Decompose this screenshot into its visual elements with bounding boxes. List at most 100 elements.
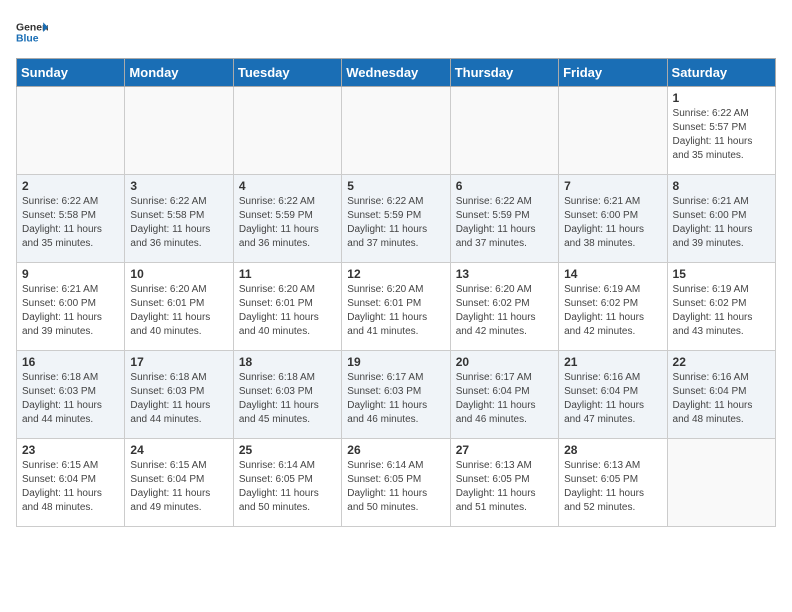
day-info: Sunrise: 6:22 AM Sunset: 5:59 PM Dayligh… [239, 195, 336, 251]
calendar-cell: 21 Sunrise: 6:16 AM Sunset: 6:04 PM Dayli… [559, 351, 667, 439]
day-info: Sunrise: 6:20 AM Sunset: 6:01 PM Dayligh… [130, 283, 227, 339]
day-number: 26 [347, 443, 444, 457]
day-number: 21 [564, 355, 661, 369]
col-header-monday: Monday [125, 59, 233, 87]
calendar-cell: 3 Sunrise: 6:22 AM Sunset: 5:58 PM Daylig… [125, 175, 233, 263]
calendar-cell: 26 Sunrise: 6:14 AM Sunset: 6:05 PM Dayli… [342, 439, 450, 527]
col-header-thursday: Thursday [450, 59, 558, 87]
calendar-cell: 28 Sunrise: 6:13 AM Sunset: 6:05 PM Dayli… [559, 439, 667, 527]
day-info: Sunrise: 6:21 AM Sunset: 6:00 PM Dayligh… [564, 195, 661, 251]
day-number: 24 [130, 443, 227, 457]
day-info: Sunrise: 6:22 AM Sunset: 5:59 PM Dayligh… [347, 195, 444, 251]
calendar-cell: 1 Sunrise: 6:22 AM Sunset: 5:57 PM Daylig… [667, 87, 775, 175]
calendar-cell [125, 87, 233, 175]
day-number: 19 [347, 355, 444, 369]
day-number: 4 [239, 179, 336, 193]
calendar-cell: 4 Sunrise: 6:22 AM Sunset: 5:59 PM Daylig… [233, 175, 341, 263]
day-number: 11 [239, 267, 336, 281]
day-number: 7 [564, 179, 661, 193]
col-header-sunday: Sunday [17, 59, 125, 87]
day-info: Sunrise: 6:13 AM Sunset: 6:05 PM Dayligh… [456, 459, 553, 515]
calendar-cell: 14Sunrise: 6:19 AM Sunset: 6:02 PM Dayli… [559, 263, 667, 351]
day-number: 22 [673, 355, 770, 369]
logo-icon: General Blue [16, 16, 48, 48]
day-info: Sunrise: 6:13 AM Sunset: 6:05 PM Dayligh… [564, 459, 661, 515]
day-number: 8 [673, 179, 770, 193]
col-header-wednesday: Wednesday [342, 59, 450, 87]
day-number: 17 [130, 355, 227, 369]
calendar-cell: 20 Sunrise: 6:17 AM Sunset: 6:04 PM Dayli… [450, 351, 558, 439]
day-info: Sunrise: 6:22 AM Sunset: 5:58 PM Dayligh… [22, 195, 119, 251]
day-info: Sunrise: 6:20 AM Sunset: 6:01 PM Dayligh… [347, 283, 444, 339]
calendar-cell: 9 Sunrise: 6:21 AM Sunset: 6:00 PM Daylig… [17, 263, 125, 351]
day-number: 13 [456, 267, 553, 281]
calendar-cell: 27 Sunrise: 6:13 AM Sunset: 6:05 PM Dayli… [450, 439, 558, 527]
calendar-cell [450, 87, 558, 175]
day-info: Sunrise: 6:21 AM Sunset: 6:00 PM Dayligh… [22, 283, 119, 339]
day-info: Sunrise: 6:20 AM Sunset: 6:02 PM Dayligh… [456, 283, 553, 339]
calendar-cell: 10 Sunrise: 6:20 AM Sunset: 6:01 PM Dayli… [125, 263, 233, 351]
day-info: Sunrise: 6:21 AM Sunset: 6:00 PM Dayligh… [673, 195, 770, 251]
calendar-cell [559, 87, 667, 175]
day-info: Sunrise: 6:22 AM Sunset: 5:59 PM Dayligh… [456, 195, 553, 251]
day-number: 20 [456, 355, 553, 369]
day-info: Sunrise: 6:17 AM Sunset: 6:04 PM Dayligh… [456, 371, 553, 427]
calendar-cell: 5 Sunrise: 6:22 AM Sunset: 5:59 PM Daylig… [342, 175, 450, 263]
day-number: 16 [22, 355, 119, 369]
day-info: Sunrise: 6:18 AM Sunset: 6:03 PM Dayligh… [239, 371, 336, 427]
week-row-2: 2 Sunrise: 6:22 AM Sunset: 5:58 PM Daylig… [17, 175, 776, 263]
calendar-cell: 17 Sunrise: 6:18 AM Sunset: 6:03 PM Dayli… [125, 351, 233, 439]
calendar-cell: 11 Sunrise: 6:20 AM Sunset: 6:01 PM Dayli… [233, 263, 341, 351]
day-info: Sunrise: 6:18 AM Sunset: 6:03 PM Dayligh… [130, 371, 227, 427]
calendar-cell: 16 Sunrise: 6:18 AM Sunset: 6:03 PM Dayli… [17, 351, 125, 439]
calendar-cell [342, 87, 450, 175]
calendar-cell: 8 Sunrise: 6:21 AM Sunset: 6:00 PM Daylig… [667, 175, 775, 263]
svg-text:Blue: Blue [16, 34, 39, 45]
day-number: 3 [130, 179, 227, 193]
day-info: Sunrise: 6:22 AM Sunset: 5:57 PM Dayligh… [673, 107, 770, 163]
day-number: 15 [673, 267, 770, 281]
day-number: 28 [564, 443, 661, 457]
day-number: 5 [347, 179, 444, 193]
calendar-cell [17, 87, 125, 175]
day-number: 6 [456, 179, 553, 193]
calendar-cell: 13 Sunrise: 6:20 AM Sunset: 6:02 PM Dayli… [450, 263, 558, 351]
day-info: Sunrise: 6:18 AM Sunset: 6:03 PM Dayligh… [22, 371, 119, 427]
calendar-cell: 24Sunrise: 6:15 AM Sunset: 6:04 PM Dayli… [125, 439, 233, 527]
calendar-cell: 19 Sunrise: 6:17 AM Sunset: 6:03 PM Dayli… [342, 351, 450, 439]
calendar-cell: 22 Sunrise: 6:16 AM Sunset: 6:04 PM Dayli… [667, 351, 775, 439]
day-number: 12 [347, 267, 444, 281]
calendar-cell: 15 Sunrise: 6:19 AM Sunset: 6:02 PM Dayli… [667, 263, 775, 351]
week-row-3: 9 Sunrise: 6:21 AM Sunset: 6:00 PM Daylig… [17, 263, 776, 351]
calendar-cell [667, 439, 775, 527]
col-header-friday: Friday [559, 59, 667, 87]
day-info: Sunrise: 6:19 AM Sunset: 6:02 PM Dayligh… [673, 283, 770, 339]
calendar-cell [233, 87, 341, 175]
day-number: 10 [130, 267, 227, 281]
week-row-4: 16 Sunrise: 6:18 AM Sunset: 6:03 PM Dayli… [17, 351, 776, 439]
day-number: 9 [22, 267, 119, 281]
day-header-row: SundayMondayTuesdayWednesdayThursdayFrid… [17, 59, 776, 87]
calendar-table: SundayMondayTuesdayWednesdayThursdayFrid… [16, 58, 776, 527]
calendar-cell: 25Sunrise: 6:14 AM Sunset: 6:05 PM Dayli… [233, 439, 341, 527]
day-number: 25 [239, 443, 336, 457]
col-header-saturday: Saturday [667, 59, 775, 87]
day-info: Sunrise: 6:17 AM Sunset: 6:03 PM Dayligh… [347, 371, 444, 427]
day-info: Sunrise: 6:15 AM Sunset: 6:04 PM Dayligh… [22, 459, 119, 515]
day-number: 18 [239, 355, 336, 369]
week-row-5: 23 Sunrise: 6:15 AM Sunset: 6:04 PM Dayli… [17, 439, 776, 527]
week-row-1: 1 Sunrise: 6:22 AM Sunset: 5:57 PM Daylig… [17, 87, 776, 175]
day-info: Sunrise: 6:20 AM Sunset: 6:01 PM Dayligh… [239, 283, 336, 339]
day-number: 1 [673, 91, 770, 105]
day-info: Sunrise: 6:22 AM Sunset: 5:58 PM Dayligh… [130, 195, 227, 251]
calendar-cell: 7 Sunrise: 6:21 AM Sunset: 6:00 PM Daylig… [559, 175, 667, 263]
col-header-tuesday: Tuesday [233, 59, 341, 87]
calendar-cell: 2 Sunrise: 6:22 AM Sunset: 5:58 PM Daylig… [17, 175, 125, 263]
day-info: Sunrise: 6:14 AM Sunset: 6:05 PM Dayligh… [347, 459, 444, 515]
day-info: Sunrise: 6:16 AM Sunset: 6:04 PM Dayligh… [564, 371, 661, 427]
day-number: 23 [22, 443, 119, 457]
day-info: Sunrise: 6:16 AM Sunset: 6:04 PM Dayligh… [673, 371, 770, 427]
calendar-cell: 23 Sunrise: 6:15 AM Sunset: 6:04 PM Dayli… [17, 439, 125, 527]
day-number: 2 [22, 179, 119, 193]
day-number: 27 [456, 443, 553, 457]
